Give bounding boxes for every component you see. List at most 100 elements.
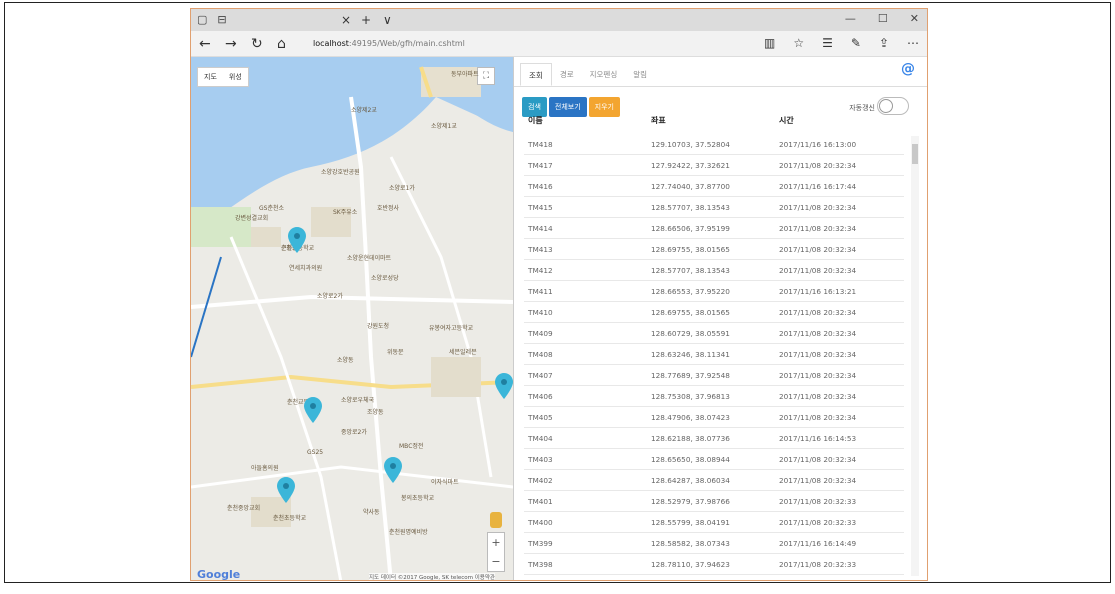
new-tab-button[interactable]: + [361, 13, 371, 27]
tab-geofencing[interactable]: 지오펜싱 [582, 63, 626, 86]
zoom-out-button[interactable]: − [488, 552, 504, 571]
row-coord: 127.74040, 37.87700 [651, 181, 730, 191]
toggle-knob [879, 99, 893, 113]
url-field[interactable]: localhost:49195/Web/gfh/main.cshtml [313, 39, 465, 48]
side-panel: 조회 경로 지오펜싱 알림 @ 검색 전체보기 지우기 자동갱신 이름 좌표 시… [513, 57, 927, 580]
table-row[interactable]: TM416 127.74040, 37.87700 2017/11/16 16:17… [524, 176, 904, 197]
row-coord: 128.69755, 38.01565 [651, 244, 730, 254]
table-row[interactable]: TM398 128.78110, 37.94623 2017/11/08 20:32… [524, 554, 904, 575]
refresh-button[interactable]: ↻ [251, 36, 263, 52]
map-label: 동부아파트 [451, 71, 479, 78]
map-type-satellite-button[interactable]: 위성 [223, 68, 248, 86]
map-label: 소양로1가 [389, 185, 415, 192]
scrollbar-thumb[interactable] [912, 144, 918, 164]
view-all-button[interactable]: 전체보기 [548, 97, 587, 117]
map-label: 소양강호반공원 [321, 169, 360, 176]
auto-refresh-toggle[interactable] [877, 97, 909, 115]
row-time: 2017/11/16 16:13:00 [779, 139, 857, 149]
map-label: 춘천초등학교 [273, 515, 307, 522]
share-icon[interactable]: ⇪ [879, 36, 889, 50]
row-coord: 128.58582, 38.07343 [651, 538, 730, 548]
star-icon[interactable]: ☆ [793, 36, 804, 50]
close-tab-button[interactable]: × [341, 13, 351, 27]
title-bar: ▢ ⊟ × + ∨ — ☐ ✕ [191, 9, 927, 31]
tab-search[interactable]: 조회 [520, 63, 552, 86]
table-row[interactable]: TM417 127.92422, 37.32621 2017/11/08 20:32… [524, 155, 904, 176]
search-button[interactable]: 검색 [522, 97, 547, 117]
table-row[interactable]: TM412 128.57707, 38.13543 2017/11/08 20:32… [524, 260, 904, 281]
row-name: TM403 [528, 454, 553, 464]
row-time: 2017/11/08 20:32:34 [779, 307, 857, 317]
row-time: 2017/11/08 20:32:34 [779, 349, 857, 359]
table-scrollbar[interactable] [911, 136, 919, 576]
zoom-control: + − [487, 532, 505, 572]
table-row[interactable]: TM406 128.75308, 37.96813 2017/11/08 20:32… [524, 386, 904, 407]
row-coord: 128.69755, 38.01565 [651, 307, 730, 317]
table-row[interactable]: TM414 128.66506, 37.95199 2017/11/08 20:32… [524, 218, 904, 239]
table-row[interactable]: TM418 129.10703, 37.52804 2017/11/16 16:13… [524, 134, 904, 155]
table-row[interactable]: TM404 128.62188, 38.07736 2017/11/16 16:14… [524, 428, 904, 449]
map-pin-icon[interactable] [384, 457, 402, 483]
row-coord: 128.55799, 38.04191 [651, 517, 730, 527]
page-content: 지도 위성 ⛶ 소양제2교 소양제1교 소양강호반공원 소양로1가 GS춘천소 강변성결교… [191, 57, 927, 580]
map-pin-icon[interactable] [495, 373, 513, 399]
table-row[interactable]: TM402 128.64287, 38.06034 2017/11/08 20:32… [524, 470, 904, 491]
row-time: 2017/11/08 20:32:34 [779, 265, 857, 275]
at-icon[interactable]: @ [901, 61, 915, 77]
home-button[interactable]: ⌂ [277, 36, 286, 52]
table-row[interactable]: TM405 128.47906, 38.07423 2017/11/08 20:32… [524, 407, 904, 428]
row-time: 2017/11/16 16:14:49 [779, 538, 857, 548]
column-header-time[interactable]: 시간 [779, 115, 904, 133]
tab-menu-button[interactable]: ∨ [383, 13, 392, 27]
table-row[interactable]: TM400 128.55799, 38.04191 2017/11/08 20:32… [524, 512, 904, 533]
map-label: MBC정전 [399, 443, 424, 450]
row-name: TM404 [528, 433, 553, 443]
reading-view-icon[interactable]: ▥ [764, 36, 775, 50]
tab-preview-icon[interactable]: ▢ [197, 13, 207, 26]
pen-icon[interactable]: ✎ [851, 36, 861, 50]
table-row[interactable]: TM407 128.77689, 37.92548 2017/11/08 20:32… [524, 365, 904, 386]
tab-alerts[interactable]: 알림 [625, 63, 655, 86]
row-time: 2017/11/08 20:32:34 [779, 328, 857, 338]
row-coord: 128.63246, 38.11341 [651, 349, 730, 359]
row-name: TM409 [528, 328, 553, 338]
map-type-map-button[interactable]: 지도 [198, 68, 223, 86]
zoom-in-button[interactable]: + [488, 533, 504, 552]
back-button[interactable]: ← [199, 36, 211, 52]
tab-route[interactable]: 경로 [552, 63, 582, 86]
column-header-name[interactable]: 이름 [524, 115, 651, 133]
map-label: 세븐일레븐 [449, 349, 477, 356]
table-row[interactable]: TM410 128.69755, 38.01565 2017/11/08 20:32… [524, 302, 904, 323]
row-time: 2017/11/16 16:14:53 [779, 433, 857, 443]
maximize-button[interactable]: ☐ [878, 12, 888, 25]
clear-button[interactable]: 지우기 [588, 97, 620, 117]
pegman-icon[interactable] [490, 512, 502, 528]
table-row[interactable]: TM413 128.69755, 38.01565 2017/11/08 20:32… [524, 239, 904, 260]
table-row[interactable]: TM411 128.66553, 37.95220 2017/11/16 16:13… [524, 281, 904, 302]
more-icon[interactable]: ⋯ [907, 36, 919, 50]
address-bar: ← → ↻ ⌂ localhost:49195/Web/gfh/main.csh… [191, 31, 927, 57]
minimize-button[interactable]: — [845, 12, 856, 25]
row-time: 2017/11/08 20:32:34 [779, 412, 857, 422]
close-window-button[interactable]: ✕ [910, 12, 919, 25]
table-row[interactable]: TM408 128.63246, 38.11341 2017/11/08 20:32… [524, 344, 904, 365]
column-header-coord[interactable]: 좌표 [651, 115, 779, 133]
fullscreen-icon[interactable]: ⛶ [477, 67, 495, 85]
table-body: TM418 129.10703, 37.52804 2017/11/16 16:13… [524, 134, 904, 580]
row-time: 2017/11/08 20:32:34 [779, 370, 857, 380]
map-pin-icon[interactable] [277, 477, 295, 503]
row-time: 2017/11/16 16:17:44 [779, 181, 857, 191]
table-row[interactable]: TM409 128.60729, 38.05591 2017/11/08 20:32… [524, 323, 904, 344]
table-row[interactable]: TM401 128.52979, 37.98766 2017/11/08 20:32… [524, 491, 904, 512]
map-pin-icon[interactable] [288, 227, 306, 253]
table-row[interactable]: TM399 128.58582, 38.07343 2017/11/16 16:14… [524, 533, 904, 554]
table-row[interactable]: TM415 128.57707, 38.13543 2017/11/08 20:32… [524, 197, 904, 218]
row-coord: 128.60729, 38.05591 [651, 328, 730, 338]
forward-button[interactable]: → [225, 36, 237, 52]
tabs-aside-icon[interactable]: ⊟ [217, 13, 226, 26]
hub-icon[interactable]: ☰ [822, 36, 833, 50]
map-view[interactable]: 지도 위성 ⛶ 소양제2교 소양제1교 소양강호반공원 소양로1가 GS춘천소 강변성결교… [191, 57, 513, 580]
map-pin-icon[interactable] [304, 397, 322, 423]
table-row[interactable]: TM403 128.65650, 38.08944 2017/11/08 20:32… [524, 449, 904, 470]
row-name: TM412 [528, 265, 553, 275]
